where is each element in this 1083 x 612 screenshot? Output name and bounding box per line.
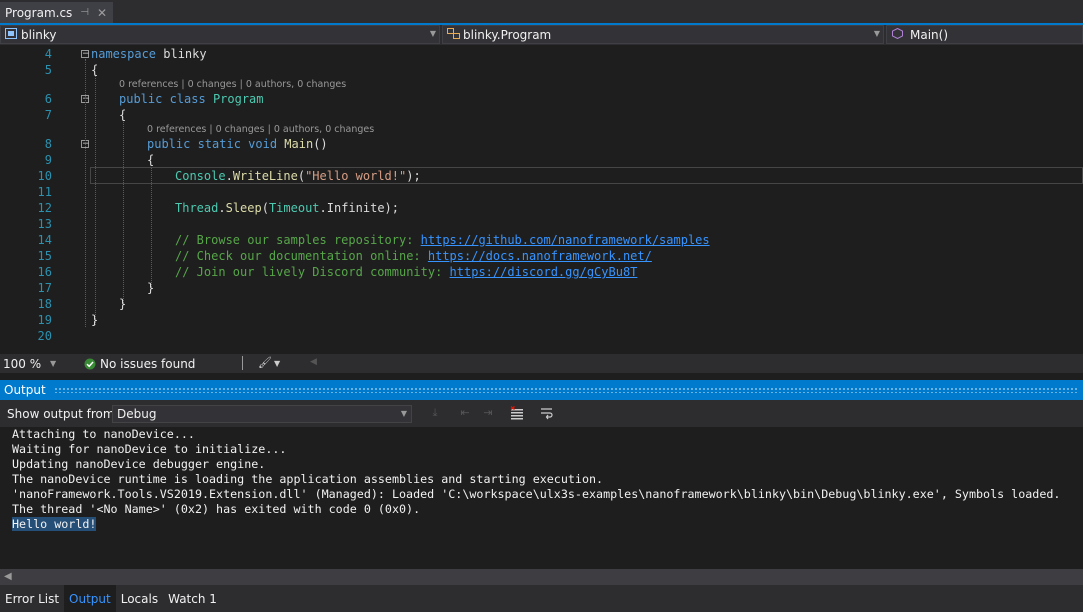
find-message-icon[interactable]: ⤓ <box>428 406 442 420</box>
issues-text: No issues found <box>100 357 196 371</box>
code-line: } <box>91 313 99 327</box>
scroll-left-icon[interactable]: ◀ <box>4 571 12 582</box>
zoom-level: 100 % <box>3 357 42 371</box>
divider <box>242 356 243 370</box>
check-icon <box>84 358 96 370</box>
word-wrap-icon[interactable] <box>540 406 554 420</box>
panel-title: Output <box>4 383 46 397</box>
chevron-down-icon[interactable]: ▼ <box>274 359 280 368</box>
output-line: 'nanoFramework.Tools.VS2019.Extension.dl… <box>12 487 1061 501</box>
line-number: 12 <box>37 201 52 215</box>
line-number: 13 <box>37 217 52 231</box>
line-number: 9 <box>44 153 52 167</box>
chevron-down-icon: ▼ <box>429 29 436 38</box>
issues-indicator[interactable]: No issues found <box>84 357 195 371</box>
samples-link[interactable]: https://github.com/nanoframework/samples <box>421 233 710 247</box>
navigation-bar: blinky ▼ blinky.Program ▼ Main() <box>0 25 1083 45</box>
code-line: } <box>147 281 155 295</box>
code-line: public static void Main() <box>147 137 328 151</box>
line-number: 8 <box>44 137 52 151</box>
line-number: 14 <box>37 233 52 247</box>
code-line: public class Program <box>119 92 264 106</box>
project-dropdown[interactable]: blinky ▼ <box>0 25 440 44</box>
member-name: Main() <box>910 27 949 42</box>
tab-watch-1[interactable]: Watch 1 <box>163 585 222 612</box>
line-number: 18 <box>37 297 52 311</box>
tab-program-cs[interactable]: Program.cs ⊣ ✕ <box>0 2 114 23</box>
codelens-references[interactable]: 0 references | 0 changes | 0 authors, 0 … <box>119 79 346 91</box>
line-number: 20 <box>37 329 52 343</box>
class-icon <box>446 27 460 42</box>
code-line: { <box>147 153 155 167</box>
class-name: blinky.Program <box>463 27 552 42</box>
member-dropdown[interactable]: Main() <box>886 25 1083 44</box>
drag-handle[interactable] <box>53 387 1079 393</box>
output-panel-title[interactable]: Output <box>0 380 1083 400</box>
output-toolbar: Show output from: Debug ▼ ⤓ ⇤ ⇥ <box>0 400 1083 427</box>
line-number: 19 <box>37 313 52 327</box>
chevron-down-icon: ▼ <box>50 359 57 368</box>
tab-locals[interactable]: Locals <box>116 585 163 612</box>
code-line: // Check our documentation online: https… <box>175 249 652 263</box>
method-icon <box>890 27 904 42</box>
project-name: blinky <box>21 27 57 42</box>
code-line: } <box>119 297 127 311</box>
line-number: 10 <box>37 169 52 183</box>
chevron-down-icon: ▼ <box>400 409 407 418</box>
clear-all-icon[interactable] <box>510 406 524 420</box>
output-line: Waiting for nanoDevice to initialize... <box>12 442 287 456</box>
line-number: 7 <box>44 108 52 122</box>
output-line: Updating nanoDevice debugger engine. <box>12 457 266 471</box>
tab-title: Program.cs <box>5 5 73 20</box>
previous-message-icon[interactable]: ⇤ <box>458 406 472 420</box>
code-editor[interactable]: 4 5 6 7 8 9 10 11 12 13 14 15 16 17 18 1… <box>0 45 1083 354</box>
line-number: 4 <box>44 47 52 61</box>
docs-link[interactable]: https://docs.nanoframework.net/ <box>428 249 652 263</box>
indent-guide <box>151 167 152 289</box>
discord-link[interactable]: https://discord.gg/gCyBu8T <box>450 265 638 279</box>
class-dropdown[interactable]: blinky.Program ▼ <box>442 25 884 44</box>
output-line: Attaching to nanoDevice... <box>12 427 195 441</box>
brush-icon[interactable]: 🖌 <box>258 356 272 369</box>
line-number: 5 <box>44 63 52 77</box>
indent-guide <box>123 120 124 305</box>
output-line-selected: Hello world! <box>12 517 97 531</box>
tab-output[interactable]: Output <box>64 585 116 612</box>
output-line: The nanoDevice runtime is loading the ap… <box>12 472 604 486</box>
code-line: Console.WriteLine("Hello world!"); <box>175 169 421 183</box>
code-line: namespace blinky <box>91 47 207 61</box>
outline-line <box>85 59 86 327</box>
editor-status-bar: 100 % ▼ No issues found 🖌 ▼ ◀ <box>0 354 1083 373</box>
line-number: 6 <box>44 92 52 106</box>
code-line: // Browse our samples repository: https:… <box>175 233 710 247</box>
document-tab-bar: Program.cs ⊣ ✕ <box>0 0 1083 25</box>
horizontal-scrollbar[interactable]: ◀ <box>0 569 1083 585</box>
output-text-area[interactable]: Attaching to nanoDevice... Waiting for n… <box>0 427 1083 569</box>
tab-error-list[interactable]: Error List <box>0 585 64 612</box>
output-source-value: Debug <box>117 407 157 421</box>
code-line: Thread.Sleep(Timeout.Infinite); <box>175 201 400 215</box>
output-line: The thread '<No Name>' (0x2) has exited … <box>12 502 421 516</box>
collapse-icon[interactable]: − <box>81 50 90 59</box>
pin-icon[interactable]: ⊣ <box>80 7 89 18</box>
codelens-references[interactable]: 0 references | 0 changes | 0 authors, 0 … <box>147 124 374 136</box>
line-number: 15 <box>37 249 52 263</box>
line-number: 17 <box>37 281 52 295</box>
next-message-icon[interactable]: ⇥ <box>481 406 495 420</box>
zoom-dropdown[interactable]: 100 % ▼ <box>3 357 56 371</box>
code-line: // Join our lively Discord community: ht… <box>175 265 638 279</box>
line-number: 16 <box>37 265 52 279</box>
show-output-label: Show output from: <box>7 407 119 421</box>
indent-guide <box>95 75 96 325</box>
code-line: { <box>119 108 127 122</box>
line-number: 11 <box>37 185 52 199</box>
output-source-dropdown[interactable]: Debug ▼ <box>112 405 412 423</box>
code-line: { <box>91 63 99 77</box>
close-icon[interactable]: ✕ <box>97 6 107 20</box>
scroll-left-icon[interactable]: ◀ <box>310 357 317 367</box>
chevron-down-icon: ▼ <box>873 29 880 38</box>
project-icon <box>4 27 18 42</box>
bottom-tool-tabs: Error List Output Locals Watch 1 <box>0 585 1083 612</box>
